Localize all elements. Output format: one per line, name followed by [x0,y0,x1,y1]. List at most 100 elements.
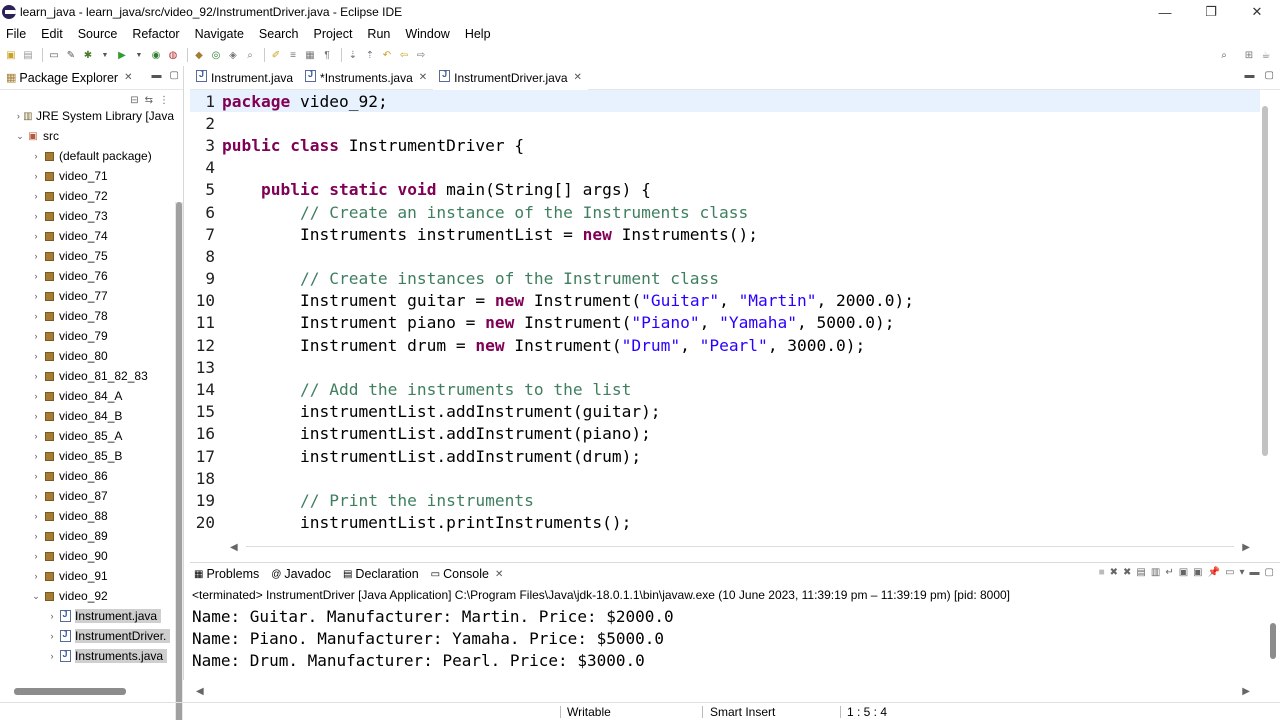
collapsed-arrow-icon[interactable]: › [30,371,42,381]
editor-tab[interactable]: Instrument.java [190,66,299,90]
tree-item[interactable]: › video_80 [0,346,174,366]
search-icon[interactable]: ⌕ [243,48,257,62]
collapsed-arrow-icon[interactable]: › [30,251,42,261]
code-line[interactable]: 19 // Print the instruments [190,489,1260,511]
collapsed-arrow-icon[interactable]: › [30,531,42,541]
display-console-icon[interactable]: ▭ [1225,567,1234,578]
tree-item[interactable]: ⌄ video_92 [0,586,174,606]
collapsed-arrow-icon[interactable]: › [30,231,42,241]
maximize-view-icon[interactable]: ▢ [170,70,179,81]
tree-item[interactable]: › video_84_B [0,406,174,426]
tree-item[interactable]: › video_87 [0,486,174,506]
pin-console-icon[interactable]: 📌 [1208,567,1220,578]
scroll-thumb[interactable] [14,688,126,695]
menu-help[interactable]: Help [465,27,491,41]
maximize-editor-icon[interactable]: ▢ [1265,70,1274,81]
code-line[interactable]: 6 // Create an instance of the Instrumen… [190,201,1260,223]
code-line[interactable]: 8 [190,245,1260,267]
terminate-icon[interactable]: ■ [1099,567,1105,578]
code-line[interactable]: 18 [190,467,1260,489]
maximize-button[interactable]: ❐ [1188,0,1234,24]
code-line[interactable]: 14 // Add the instruments to the list [190,378,1260,400]
next-annotation-icon[interactable]: ⇣ [346,48,360,62]
code-editor[interactable]: 1 package video_92; 2 3 public class Instrum… [190,90,1260,540]
tree-item[interactable]: › video_88 [0,506,174,526]
tab-package-explorer[interactable]: ▦ Package Explorer ✕ [0,66,138,90]
debug-dropdown-icon[interactable]: ▼ [98,48,112,62]
previous-annotation-icon[interactable]: ⇡ [363,48,377,62]
scroll-thumb[interactable] [176,202,182,720]
collapsed-arrow-icon[interactable]: › [30,411,42,421]
skip-breakpoints-icon[interactable]: ✎ [64,48,78,62]
minimize-button[interactable]: — [1142,0,1188,24]
tree-item[interactable]: › video_75 [0,246,174,266]
tree-item[interactable]: › video_91 [0,566,174,586]
external-tools-icon[interactable]: ◍ [166,48,180,62]
tree-item[interactable]: › video_74 [0,226,174,246]
collapse-all-icon[interactable]: ⊟ [130,95,138,106]
menu-navigate[interactable]: Navigate [195,27,244,41]
collapsed-arrow-icon[interactable]: › [30,191,42,201]
tree-item[interactable]: › InstrumentDriver. [0,626,174,646]
code-line[interactable]: 15 instrumentList.addInstrument(guitar); [190,401,1260,423]
code-line[interactable]: 11 Instrument piano = new Instrument("Pi… [190,312,1260,334]
tree-item[interactable]: › video_71 [0,166,174,186]
tree-item[interactable]: › video_79 [0,326,174,346]
scroll-left-icon[interactable]: ◀ [230,542,238,553]
scroll-left-icon[interactable]: ◀ [196,686,204,697]
scroll-lock-icon[interactable]: ▥ [1151,567,1160,578]
collapsed-arrow-icon[interactable]: › [46,611,58,621]
new-icon[interactable]: ▣ [4,48,18,62]
expanded-arrow-icon[interactable]: ⌄ [30,591,42,602]
console-output[interactable]: Name: Guitar. Manufacturer: Martin. Pric… [190,605,1280,672]
code-line[interactable]: 13 [190,356,1260,378]
show-on-stderr-icon[interactable]: ▣ [1193,567,1202,578]
scroll-track[interactable] [246,546,1234,547]
scroll-thumb[interactable] [1262,106,1268,456]
clear-console-icon[interactable]: ▤ [1136,567,1145,578]
scroll-right-icon[interactable]: ▶ [1242,686,1250,697]
remove-all-terminated-icon[interactable]: ✖ [1123,567,1131,578]
console-vertical-scrollbar[interactable] [1268,607,1278,687]
close-icon[interactable]: ✕ [495,569,503,580]
tree-item[interactable]: › video_85_B [0,446,174,466]
tree-item[interactable]: › video_84_A [0,386,174,406]
show-whitespace-icon[interactable]: ¶ [320,48,334,62]
tree-item[interactable]: › video_89 [0,526,174,546]
editor-vertical-scrollbar[interactable] [1260,90,1270,540]
tab-problems[interactable]: ▦ Problems [190,563,263,585]
collapsed-arrow-icon[interactable]: › [30,291,42,301]
code-line[interactable]: 20 instrumentList.printInstruments(); [190,512,1260,534]
package-explorer-vertical-scrollbar[interactable] [175,202,183,720]
last-edit-location-icon[interactable]: ↶ [380,48,394,62]
scroll-thumb[interactable] [1270,623,1276,659]
collapsed-arrow-icon[interactable]: › [30,271,42,281]
debug-icon[interactable]: ✱ [81,48,95,62]
tree-item[interactable]: › video_81_82_83 [0,366,174,386]
menu-source[interactable]: Source [78,27,118,41]
save-icon[interactable]: ▤ [21,48,35,62]
toggle-mark-occurrences-icon[interactable]: ✐ [269,48,283,62]
expanded-arrow-icon[interactable]: ⌄ [14,131,26,142]
word-wrap-icon[interactable]: ≡ [286,48,300,62]
close-button[interactable]: ✕ [1234,0,1280,24]
tab-console[interactable]: ▭ Console ✕ [426,563,508,585]
menu-project[interactable]: Project [314,27,353,41]
open-type-icon[interactable]: ◈ [226,48,240,62]
collapsed-arrow-icon[interactable]: › [30,331,42,341]
terminal-icon[interactable]: ▭ [47,48,61,62]
collapsed-arrow-icon[interactable]: › [14,111,23,121]
open-perspective-icon[interactable]: ⊞ [1242,48,1256,62]
menu-run[interactable]: Run [367,27,390,41]
editor-tab[interactable]: InstrumentDriver.java ✕ [433,65,588,90]
collapsed-arrow-icon[interactable]: › [46,631,58,641]
collapsed-arrow-icon[interactable]: › [30,571,42,581]
tree-item[interactable]: › video_78 [0,306,174,326]
collapsed-arrow-icon[interactable]: › [30,151,42,161]
back-icon[interactable]: ⇦ [397,48,411,62]
code-line[interactable]: 7 Instruments instrumentList = new Instr… [190,223,1260,245]
collapsed-arrow-icon[interactable]: › [30,351,42,361]
tree-item[interactable]: › video_72 [0,186,174,206]
tree-item[interactable]: › video_86 [0,466,174,486]
close-icon[interactable]: ✕ [574,72,582,83]
